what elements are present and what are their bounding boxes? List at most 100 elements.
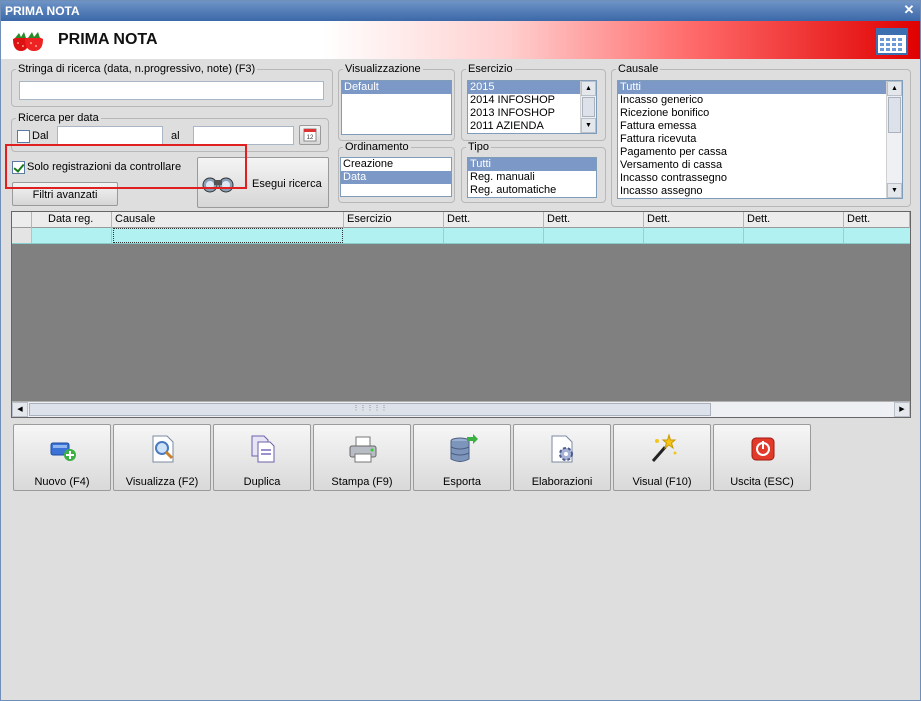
date-picker-button[interactable]: 12 <box>299 125 321 145</box>
scroll-up-icon[interactable]: ▲ <box>887 81 902 96</box>
fiscal-year-scrollbar[interactable]: ▲ ▼ <box>580 81 596 133</box>
visual-button[interactable]: Visual (F10) <box>613 424 711 491</box>
reason-option[interactable]: Fattura emessa <box>618 120 902 133</box>
fiscal-year-listbox[interactable]: 2015 2014 INFOSHOP 2013 INFOSHOP 2011 AZ… <box>467 80 597 134</box>
row-selector[interactable] <box>12 228 32 243</box>
title-bar: PRIMA NOTA ✕ <box>1 1 920 21</box>
reason-option[interactable]: Pagamento per cassa <box>618 146 902 159</box>
run-search-button[interactable]: Esegui ricerca <box>197 157 329 208</box>
scroll-right-icon[interactable]: ▶ <box>894 402 910 417</box>
fiscal-year-option[interactable]: 2011 AZIENDA <box>468 120 596 133</box>
header-banner: PRIMA NOTA <box>1 21 920 59</box>
results-grid[interactable]: Data reg. Causale Esercizio Dett. Dett. … <box>11 211 911 418</box>
fiscal-year-option[interactable]: 2014 INFOSHOP <box>468 94 596 107</box>
date-search-legend: Ricerca per data <box>18 112 99 124</box>
column-header[interactable]: Causale <box>112 212 344 228</box>
fiscal-year-legend: Esercizio <box>468 63 513 75</box>
sort-listbox[interactable]: Creazione Data <box>340 157 452 197</box>
type-listbox[interactable]: Tutti Reg. manuali Reg. automatiche <box>467 157 597 198</box>
date-to-label: al <box>171 130 180 142</box>
reason-legend: Causale <box>618 63 659 75</box>
view-legend: Visualizzazione <box>345 63 421 75</box>
process-icon <box>551 435 573 463</box>
scroll-thumb[interactable] <box>582 97 595 117</box>
column-header[interactable]: Dett. <box>544 212 644 228</box>
new-button[interactable]: Nuovo (F4) <box>13 424 111 491</box>
exit-button[interactable]: Uscita (ESC) <box>713 424 811 491</box>
export-button[interactable]: Esporta <box>413 424 511 491</box>
scroll-thumb[interactable] <box>888 97 901 133</box>
column-header[interactable]: Dett. <box>844 212 910 228</box>
sort-legend: Ordinamento <box>345 141 409 153</box>
reason-option[interactable]: Tutti <box>618 81 886 94</box>
window-title: PRIMA NOTA <box>5 4 80 18</box>
reason-option[interactable]: Incasso assegno <box>618 185 902 198</box>
view-button[interactable]: Visualizza (F2) <box>113 424 211 491</box>
page-title: PRIMA NOTA <box>58 31 158 48</box>
reason-option[interactable]: Incasso generico <box>618 94 902 107</box>
table-row[interactable] <box>12 228 910 244</box>
advanced-filters-button[interactable]: Filtri avanzati <box>12 182 118 206</box>
reason-option[interactable]: Incasso contrassegno <box>618 172 902 185</box>
reason-option[interactable]: Ricezione bonifico <box>618 107 902 120</box>
row-selector-header <box>12 212 32 228</box>
scroll-up-icon[interactable]: ▲ <box>581 81 596 96</box>
print-label: Stampa (F9) <box>331 476 393 488</box>
view-icon <box>152 435 174 463</box>
scroll-thumb[interactable]: ⋮⋮⋮⋮⋮ <box>29 403 711 416</box>
view-listbox[interactable]: Default <box>341 80 452 135</box>
date-from-input[interactable] <box>57 126 163 145</box>
export-icon <box>450 434 478 462</box>
table-cell-focused[interactable] <box>113 228 343 243</box>
reason-listbox[interactable]: Tutti Incasso generico Ricezione bonific… <box>617 80 903 199</box>
only-to-check-checkbox[interactable] <box>12 161 25 174</box>
advanced-filters-label: Filtri avanzati <box>32 189 98 201</box>
duplicate-button[interactable]: Duplica <box>213 424 311 491</box>
column-header[interactable]: Esercizio <box>344 212 444 228</box>
scroll-down-icon[interactable]: ▼ <box>887 183 902 198</box>
column-header[interactable]: Data reg. <box>32 212 112 228</box>
column-header[interactable]: Dett. <box>644 212 744 228</box>
reason-option[interactable]: Versamento di cassa <box>618 159 902 172</box>
binoculars-icon <box>202 177 234 193</box>
table-cell[interactable] <box>444 228 544 243</box>
scroll-left-icon[interactable]: ◀ <box>12 402 28 417</box>
scroll-down-icon[interactable]: ▼ <box>581 118 596 133</box>
close-icon[interactable]: ✕ <box>902 3 916 17</box>
date-from-label: Dal <box>32 130 49 142</box>
grid-horizontal-scrollbar[interactable]: ◀ ⋮⋮⋮⋮⋮ ▶ <box>12 401 910 417</box>
new-icon <box>50 442 76 461</box>
prima-nota-window: PRIMA NOTA ✕ PRIMA NOTA Stringa di ricer… <box>0 0 921 701</box>
processing-button[interactable]: Elaborazioni <box>513 424 611 491</box>
table-cell[interactable] <box>32 228 112 243</box>
table-cell[interactable] <box>644 228 744 243</box>
date-from-checkbox[interactable] <box>17 130 30 143</box>
run-search-label: Esegui ricerca <box>252 178 322 190</box>
print-button[interactable]: Stampa (F9) <box>313 424 411 491</box>
processing-label: Elaborazioni <box>531 476 593 488</box>
reason-scrollbar[interactable]: ▲ ▼ <box>886 81 902 198</box>
type-option[interactable]: Tutti <box>468 158 596 171</box>
strawberry-logo-icon <box>13 32 43 51</box>
table-cell[interactable] <box>544 228 644 243</box>
column-header[interactable]: Dett. <box>444 212 544 228</box>
wand-icon <box>651 433 677 462</box>
fiscal-year-option[interactable]: 2015 <box>468 81 580 94</box>
table-cell[interactable] <box>344 228 444 243</box>
date-to-input[interactable] <box>193 126 294 145</box>
type-option[interactable]: Reg. manuali <box>468 171 596 184</box>
column-header[interactable]: Dett. <box>744 212 844 228</box>
type-option[interactable]: Reg. automatiche <box>468 184 596 197</box>
calendar-icon[interactable] <box>876 27 908 55</box>
reason-option[interactable]: Fattura ricevuta <box>618 133 902 146</box>
sort-option[interactable]: Data <box>341 171 451 184</box>
print-icon <box>349 436 377 463</box>
sort-option[interactable]: Creazione <box>341 158 451 171</box>
table-cell[interactable] <box>744 228 844 243</box>
fiscal-year-option[interactable]: 2013 INFOSHOP <box>468 107 596 120</box>
view-option[interactable]: Default <box>342 81 451 94</box>
svg-text:12: 12 <box>307 135 314 141</box>
search-legend: Stringa di ricerca (data, n.progressivo,… <box>18 63 256 75</box>
grid-header: Data reg. Causale Esercizio Dett. Dett. … <box>12 212 910 228</box>
search-input[interactable] <box>19 81 324 100</box>
